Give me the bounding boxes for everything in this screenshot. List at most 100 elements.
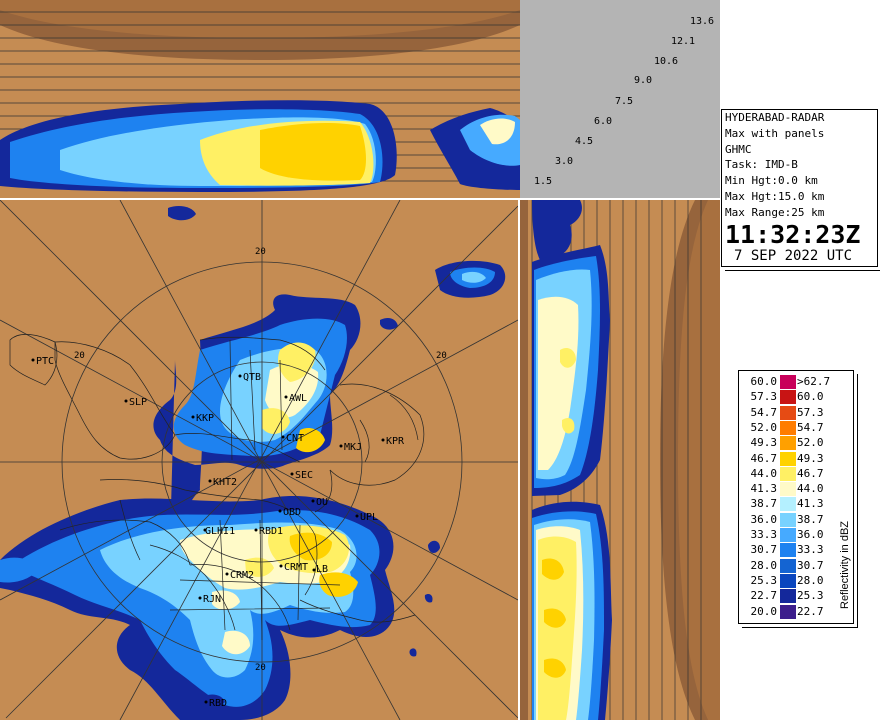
- legend-row: 60.0 >62.7: [739, 375, 839, 390]
- top-cross-section-svg: [0, 0, 520, 192]
- elev-label-2: 4.5: [575, 136, 593, 147]
- ring-label-west: 20: [74, 351, 85, 361]
- legend-low-value: 20.0: [750, 604, 778, 618]
- legend-title: Reflectivity in dBZ: [839, 520, 851, 609]
- legend-low-value: 33.3: [750, 528, 778, 541]
- side-cross-section-svg: [520, 200, 720, 720]
- legend-row: 57.3 60.0: [739, 390, 839, 405]
- place-ptc: PTC: [36, 356, 54, 367]
- legend-low-value: 44.0: [750, 466, 778, 480]
- place-glhi1: GLHI1: [205, 526, 235, 537]
- legend-low-value: 38.7: [750, 497, 778, 511]
- legend-row: 38.7 41.3: [739, 497, 839, 512]
- legend-high-value: 38.7: [797, 512, 824, 526]
- elevation-scale-svg: 1.5 3.0 4.5 6.0 7.5 9.0 10.6 12.1 13.6: [534, 16, 714, 187]
- ring-label-south: 20: [255, 663, 266, 673]
- legend-row: 25.3 28.0: [739, 573, 839, 589]
- legend-swatch: [780, 497, 796, 512]
- observation-date: 7 SEP 2022 UTC: [734, 247, 853, 264]
- legend-low-value: 57.3: [750, 390, 778, 404]
- area-name: GHMC: [725, 142, 752, 156]
- legend-row: 49.3 52.0: [739, 436, 839, 451]
- legend-low-value: 52.0: [750, 420, 778, 434]
- legend-high-value: 28.0: [797, 573, 824, 587]
- legend-high-value: >62.7: [797, 375, 831, 388]
- legend-row: 20.0 22.7: [739, 604, 839, 620]
- product-name: Max with panels: [725, 126, 825, 140]
- legend-swatch: [780, 420, 796, 435]
- legend-row: 36.0 38.7: [739, 512, 839, 528]
- legend-swatch: [780, 528, 796, 542]
- place-crmt: CRMT: [284, 562, 308, 573]
- elev-label-5: 9.0: [634, 75, 652, 86]
- legend-swatch: [780, 451, 796, 466]
- legend-low-value: 36.0: [750, 512, 778, 526]
- elev-label-3: 6.0: [594, 116, 612, 127]
- legend-swatch: [780, 589, 796, 604]
- legend-high-value: 22.7: [797, 604, 824, 618]
- legend-high-value: 44.0: [797, 482, 824, 496]
- legend-low-value: 30.7: [750, 543, 778, 557]
- place-rjn: RJN: [203, 594, 221, 605]
- legend-low-value: 25.3: [750, 573, 778, 587]
- place-cnt: CNT: [286, 433, 304, 444]
- legend-high-value: 60.0: [797, 390, 824, 404]
- elev-label-7: 12.1: [671, 36, 695, 47]
- ring-label-north: 20: [255, 247, 266, 257]
- legend-swatch: [780, 390, 796, 405]
- place-qtb: QTB: [243, 372, 261, 383]
- legend-row: 41.3 44.0: [739, 482, 839, 497]
- legend-low-value: 60.0: [750, 375, 778, 388]
- place-crm2: CRM2: [230, 570, 254, 581]
- elev-label-4: 7.5: [615, 96, 633, 107]
- elev-label-6: 10.6: [654, 56, 678, 67]
- legend-high-value: 46.7: [797, 466, 824, 480]
- legend-high-value: 36.0: [797, 528, 824, 541]
- side-echo: [532, 200, 612, 720]
- legend-row: 33.3 36.0: [739, 528, 839, 543]
- side-left-strip: [520, 200, 528, 720]
- legend-high-value: 30.7: [797, 558, 824, 572]
- legend-row: 46.7 49.3: [739, 451, 839, 467]
- legend-high-value: 41.3: [797, 497, 824, 511]
- legend-row: 22.7 25.3: [739, 589, 839, 604]
- top-echo: [0, 100, 520, 192]
- elev-label-1: 3.0: [555, 156, 573, 167]
- legend-swatch: [780, 512, 796, 527]
- legend-row: 54.7 57.3: [739, 405, 839, 421]
- legend-swatch: [780, 543, 796, 558]
- place-sec: SEC: [295, 470, 313, 481]
- legend-low-value: 22.7: [750, 589, 778, 603]
- legend-low-value: 54.7: [750, 405, 778, 419]
- elevation-scale-panel: 1.5 3.0 4.5 6.0 7.5 9.0 10.6 12.1 13.6: [520, 0, 720, 198]
- legend-row: 30.7 33.3: [739, 543, 839, 558]
- legend-low-value: 28.0: [750, 558, 778, 572]
- top-cross-section-panel: [0, 0, 520, 198]
- legend-row: 44.0 46.7: [739, 466, 839, 482]
- product-info-box: HYDERABAD-RADAR Max with panels GHMC Tas…: [721, 109, 878, 267]
- place-upl: UPL: [360, 512, 378, 523]
- legend-high-value: 57.3: [797, 405, 824, 419]
- legend-swatch: [780, 436, 796, 451]
- legend-swatch: [780, 375, 796, 389]
- place-mkj: MKJ: [344, 442, 362, 453]
- legend-low-value: 46.7: [750, 451, 778, 465]
- max-height: Max Hgt:15.0 km: [725, 189, 825, 203]
- max-range: Max Range:25 km: [725, 205, 825, 219]
- legend-high-value: 54.7: [797, 420, 824, 434]
- legend-high-value: 25.3: [797, 589, 824, 603]
- legend-swatch: [780, 466, 796, 481]
- legend-swatch: [780, 573, 796, 588]
- legend-row: 52.0 54.7: [739, 420, 839, 436]
- main-map-svg: 20 20 20 20 PTC SLP KKP QTB AWL CNT MKJ …: [0, 200, 518, 720]
- legend-high-value: 49.3: [797, 451, 824, 465]
- legend-row: 28.0 30.7: [739, 558, 839, 574]
- place-lb: LB: [316, 564, 328, 575]
- reflectivity-legend: 60.0 >62.7 57.3 60.0 54.7 57.3 52.0 54.7 49.3 52.…: [738, 370, 854, 624]
- place-rbd: RBD: [209, 698, 227, 709]
- observation-time: 11:32:23Z: [725, 219, 861, 249]
- place-obd: OBD: [283, 507, 301, 518]
- place-kpr: KPR: [386, 436, 405, 447]
- legend-swatch: [780, 604, 796, 619]
- place-slp: SLP: [129, 397, 147, 408]
